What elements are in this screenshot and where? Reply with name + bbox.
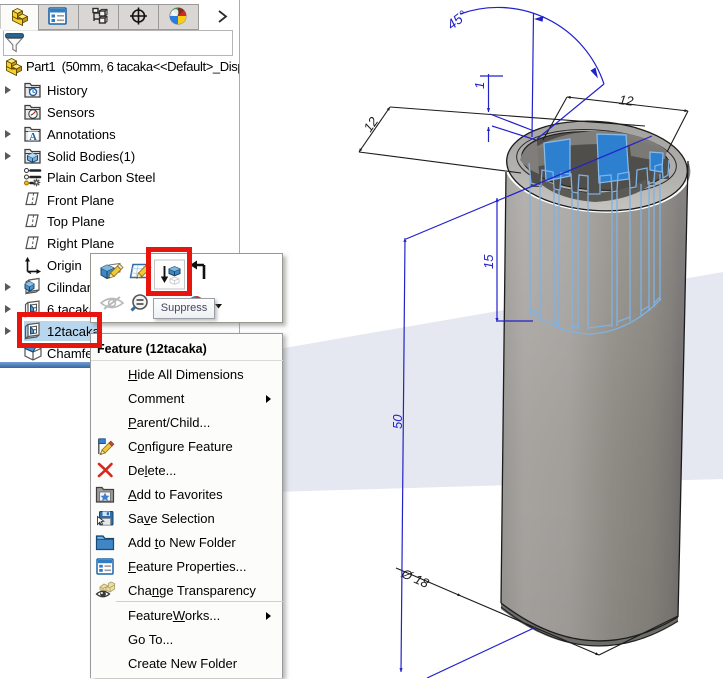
svg-text:15: 15 bbox=[481, 254, 496, 269]
svg-text:50: 50 bbox=[390, 414, 405, 429]
svg-text:45°: 45° bbox=[444, 7, 471, 33]
svg-text:Ø 18: Ø 18 bbox=[398, 565, 431, 591]
svg-text:1: 1 bbox=[472, 82, 487, 89]
svg-text:A: A bbox=[29, 132, 37, 143]
svg-text:12: 12 bbox=[360, 114, 381, 135]
svg-text:12: 12 bbox=[618, 92, 635, 109]
